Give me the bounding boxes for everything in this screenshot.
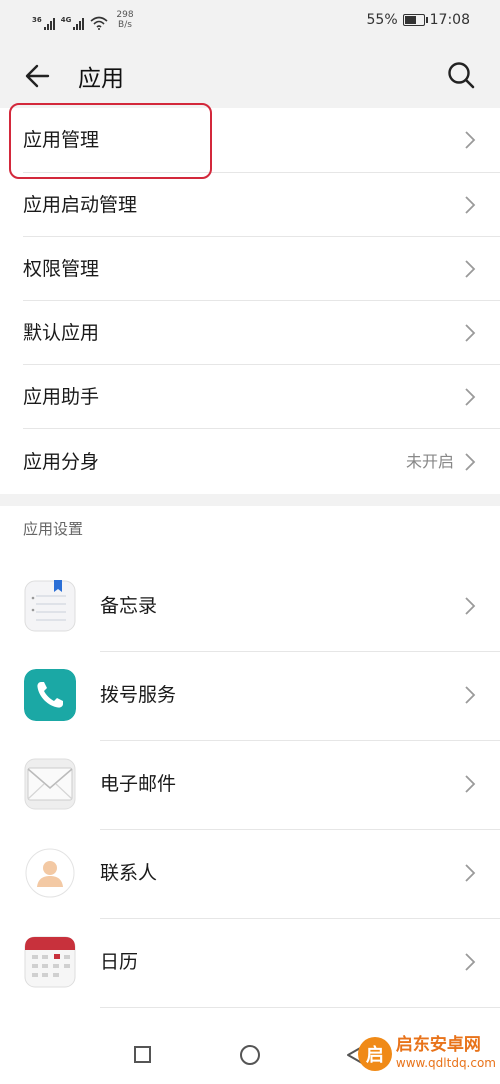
app-bar: 应用	[0, 42, 500, 108]
status-left: 36 4G 298 B/s	[32, 10, 134, 30]
signal-2-icon: 4G	[61, 16, 85, 30]
chevron-right-icon	[465, 953, 476, 971]
status-right: 55% 17:08	[367, 12, 470, 28]
menu-item-value: 未开启	[405, 452, 454, 471]
battery-percent: 55%	[366, 12, 398, 28]
app-setting-dialer[interactable]: 拨号服务	[0, 651, 500, 740]
home-button[interactable]	[240, 1045, 260, 1065]
app-setting-label: 联系人	[100, 862, 158, 884]
battery-icon	[402, 14, 428, 26]
app-setting-label: 拨号服务	[100, 684, 177, 706]
signal-1-label: 36	[32, 16, 42, 24]
menu-item-label: 权限管理	[23, 258, 100, 280]
menu-item-app-assistant[interactable]: 应用助手	[0, 365, 500, 429]
menu-item-default-apps[interactable]: 默认应用	[0, 301, 500, 365]
contacts-icon	[25, 848, 75, 898]
watermark-logo: 启	[357, 1037, 392, 1071]
chevron-right-icon	[465, 196, 476, 214]
app-setting-contacts[interactable]: 联系人	[0, 829, 500, 918]
chevron-right-icon	[465, 864, 476, 882]
chevron-right-icon	[465, 324, 476, 342]
menu-item-app-twin[interactable]: 应用分身 未开启	[0, 430, 500, 494]
chevron-right-icon	[465, 388, 476, 406]
watermark: 启 启东安卓网 www.qdltdq.com	[357, 1035, 496, 1072]
menu-item-label: 默认应用	[23, 322, 100, 344]
signal-1-icon: 36	[32, 16, 55, 30]
arrow-left-icon[interactable]	[22, 60, 54, 92]
recents-button[interactable]	[134, 1046, 151, 1063]
chevron-right-icon	[465, 597, 476, 615]
menu-item-label: 应用助手	[23, 386, 100, 408]
calendar-icon	[24, 936, 76, 988]
chevron-right-icon	[465, 686, 476, 704]
chevron-right-icon	[465, 260, 476, 278]
app-setting-email[interactable]: 电子邮件	[0, 740, 500, 829]
clock: 17:08	[429, 12, 470, 28]
memo-icon	[24, 580, 76, 632]
chevron-right-icon	[465, 453, 476, 471]
chevron-right-icon	[465, 775, 476, 793]
status-bar: 36 4G 298 B/s 55% 17:08	[0, 0, 500, 42]
app-setting-memo[interactable]: 备忘录	[0, 562, 500, 651]
highlight-box	[9, 103, 212, 179]
app-setting-label: 电子邮件	[100, 773, 177, 795]
section-title: 应用设置	[23, 520, 84, 538]
network-speed-unit: B/s	[118, 20, 132, 30]
watermark-url: www.qdltdq.com	[395, 1056, 496, 1070]
menu-item-label: 应用启动管理	[23, 194, 138, 216]
chevron-right-icon	[465, 131, 476, 149]
search-icon[interactable]	[446, 60, 476, 90]
app-setting-label: 备忘录	[100, 595, 158, 617]
email-icon	[24, 758, 76, 810]
signal-2-label: 4G	[60, 16, 72, 24]
phone-icon	[24, 669, 76, 721]
network-speed: 298 B/s	[116, 10, 133, 30]
wifi-icon	[90, 16, 108, 30]
network-speed-value: 298	[116, 10, 134, 20]
page-title: 应用	[78, 66, 124, 92]
menu-item-permission-management[interactable]: 权限管理	[0, 237, 500, 301]
app-setting-label: 日历	[100, 951, 139, 973]
app-setting-calendar[interactable]: 日历	[0, 918, 500, 1007]
menu-item-label: 应用分身	[23, 451, 100, 473]
watermark-title: 启东安卓网	[395, 1035, 481, 1055]
menu-item-app-launch-management[interactable]: 应用启动管理	[0, 173, 500, 237]
